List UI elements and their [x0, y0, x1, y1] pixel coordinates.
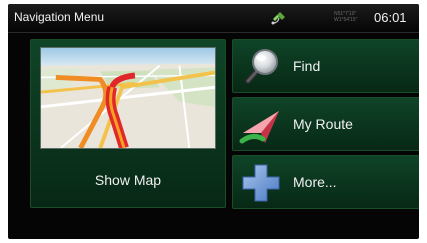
- more-label: More...: [293, 174, 337, 190]
- navigation-screen: Navigation Menu N51°7'19" W1°54'15" 06:0…: [8, 4, 419, 239]
- route-arrow-icon: [239, 111, 279, 144]
- gps-satellite-icon: [271, 12, 285, 25]
- show-map-label: Show Map: [94, 172, 162, 188]
- plus-icon: [242, 164, 280, 202]
- magnifier-icon: [245, 49, 278, 84]
- my-route-button[interactable]: My Route: [232, 97, 419, 151]
- my-route-label: My Route: [293, 116, 353, 132]
- gps-coordinates: N51°7'19" W1°54'15": [334, 11, 358, 23]
- find-button[interactable]: Find: [232, 39, 419, 93]
- find-label: Find: [293, 58, 321, 74]
- map-preview: [40, 47, 216, 149]
- show-map-button[interactable]: Show Map: [30, 39, 226, 208]
- page-title: Navigation Menu: [14, 10, 105, 24]
- clock: 06:01: [374, 10, 407, 25]
- title-bar: Navigation Menu N51°7'19" W1°54'15" 06:0…: [8, 4, 419, 33]
- more-button[interactable]: More...: [232, 155, 419, 209]
